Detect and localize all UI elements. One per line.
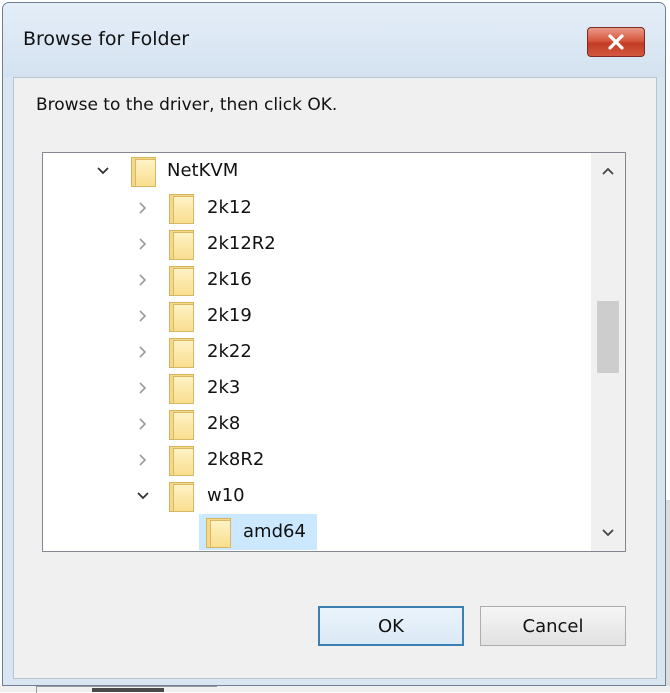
dialog-client-area: Browse to the driver, then click OK. Net… <box>13 77 657 679</box>
tree-item-2k8[interactable]: 2k8 <box>43 406 591 442</box>
tree-item-2k19[interactable]: 2k19 <box>43 298 591 334</box>
folder-icon <box>169 194 194 224</box>
folder-icon <box>169 410 194 440</box>
tree-item-label: 2k12R2 <box>207 233 276 254</box>
tree-item-2k16[interactable]: 2k16 <box>43 262 591 298</box>
close-button[interactable] <box>587 27 645 57</box>
tree-item-2k22[interactable]: 2k22 <box>43 334 591 370</box>
folder-icon <box>169 230 194 260</box>
tree-item-amd64[interactable]: amd64 <box>43 514 591 550</box>
tree-item-label: 2k22 <box>207 341 252 362</box>
ok-button[interactable]: OK <box>318 606 464 646</box>
tree-item-label: 2k16 <box>207 269 252 290</box>
chevron-down-icon[interactable] <box>131 478 155 514</box>
folder-tree[interactable]: NetKVM 2k12 2k12R2 2k16 2k19 2k22 2k3 2k… <box>42 152 626 552</box>
chevron-right-icon[interactable] <box>131 334 155 370</box>
close-icon <box>608 34 624 50</box>
folder-icon <box>169 374 194 404</box>
cancel-button[interactable]: Cancel <box>480 606 626 646</box>
tree-item-label: 2k19 <box>207 305 252 326</box>
chevron-right-icon[interactable] <box>131 370 155 406</box>
tree-item-2k12r2[interactable]: 2k12R2 <box>43 226 591 262</box>
tree-item-2k8r2[interactable]: 2k8R2 <box>43 442 591 478</box>
chevron-up-icon <box>602 167 614 175</box>
folder-icon <box>206 518 231 548</box>
folder-icon <box>169 266 194 296</box>
background-text-fragment <box>92 688 164 692</box>
tree-item-label: NetKVM <box>167 160 239 181</box>
folder-icon <box>169 446 194 476</box>
window-title: Browse for Folder <box>23 28 190 50</box>
folder-icon <box>169 482 194 512</box>
folder-icon <box>169 302 194 332</box>
tree-item-label: 2k8R2 <box>207 449 265 470</box>
scroll-down-button[interactable] <box>591 515 625 551</box>
chevron-right-icon[interactable] <box>131 298 155 334</box>
vertical-scrollbar[interactable] <box>591 153 625 551</box>
chevron-right-icon[interactable] <box>131 406 155 442</box>
tree-item-netkvm[interactable]: NetKVM <box>43 153 591 189</box>
chevron-right-icon[interactable] <box>131 442 155 478</box>
tree-item-w10[interactable]: w10 <box>43 478 591 514</box>
background-window-edge <box>666 500 670 692</box>
tree-item-label: 2k3 <box>207 377 241 398</box>
tree-item-label: 2k8 <box>207 413 241 434</box>
chevron-down-icon <box>602 529 614 537</box>
tree-item-label: amd64 <box>243 521 306 542</box>
tree-item-label: 2k12 <box>207 197 252 218</box>
instruction-text: Browse to the driver, then click OK. <box>36 95 338 115</box>
chevron-right-icon[interactable] <box>131 262 155 298</box>
chevron-down-icon[interactable] <box>91 153 115 189</box>
scroll-thumb[interactable] <box>597 301 619 373</box>
browse-for-folder-dialog: Browse for Folder Browse to the driver, … <box>2 2 666 686</box>
tree-item-2k12[interactable]: 2k12 <box>43 190 591 226</box>
chevron-right-icon[interactable] <box>131 226 155 262</box>
tree-item-2k3[interactable]: 2k3 <box>43 370 591 406</box>
folder-icon <box>169 338 194 368</box>
folder-icon <box>131 157 156 187</box>
tree-item-label: w10 <box>207 485 245 506</box>
title-bar: Browse for Folder <box>3 3 665 77</box>
scroll-up-button[interactable] <box>591 153 625 189</box>
chevron-right-icon[interactable] <box>131 190 155 226</box>
